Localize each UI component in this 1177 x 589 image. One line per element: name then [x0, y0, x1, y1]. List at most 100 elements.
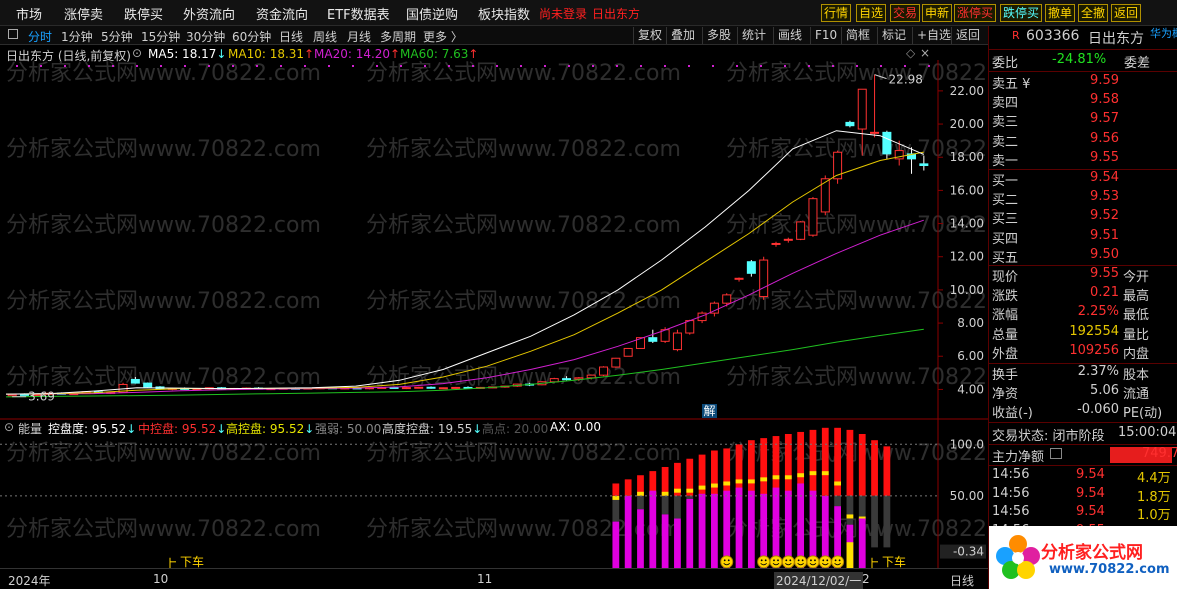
indicator-bar[interactable]: [674, 462, 681, 568]
quick-new-share-button[interactable]: 申新: [922, 4, 953, 22]
indicator-bar[interactable]: [649, 471, 657, 568]
candle[interactable]: [623, 347, 633, 357]
period-15min[interactable]: 15分钟: [141, 28, 180, 45]
toolbar-return-button[interactable]: 返回: [951, 27, 984, 44]
indicator-bar[interactable]: [661, 466, 669, 568]
candle[interactable]: [746, 260, 756, 277]
quick-trade-button[interactable]: 交易: [890, 4, 921, 22]
candle[interactable]: [771, 241, 781, 247]
menu-etf-table[interactable]: ETF数据表: [327, 4, 390, 23]
indicator-bar[interactable]: [772, 436, 780, 568]
draw-line-button[interactable]: 画线: [773, 27, 806, 44]
indicator-bar[interactable]: [834, 427, 841, 568]
candle[interactable]: [143, 382, 153, 388]
quick-limit-down-buy-button[interactable]: 跌停买: [1000, 4, 1043, 22]
stat2-row[interactable]: 收益(-) -0.060 PE(动): [992, 402, 1176, 421]
menu-limit-up-sell[interactable]: 涨停卖: [64, 4, 103, 23]
ask-row[interactable]: 卖三 9.57: [992, 111, 1176, 130]
period-intraday[interactable]: 分时: [28, 28, 52, 45]
f10-button[interactable]: F10: [810, 27, 841, 44]
stat-row[interactable]: 外盘 109256 内盘: [992, 343, 1176, 362]
indicator-bar[interactable]: [735, 444, 743, 568]
menu-capital-flow[interactable]: 资金流向: [256, 4, 308, 23]
candle[interactable]: [734, 277, 744, 282]
period-30min[interactable]: 30分钟: [186, 28, 225, 45]
period-5min[interactable]: 5分钟: [101, 28, 133, 45]
candle[interactable]: [451, 386, 461, 389]
candle[interactable]: [426, 386, 436, 389]
period-monthly[interactable]: 月线: [347, 28, 371, 45]
mark-button[interactable]: 标记: [877, 27, 910, 44]
candle[interactable]: [845, 120, 855, 128]
quick-limit-up-buy-button[interactable]: 涨停买: [954, 4, 997, 22]
ask-row[interactable]: 卖一 9.55: [992, 150, 1176, 169]
stat-row[interactable]: 涨跌 0.21 最高: [992, 285, 1176, 304]
menu-sector-index[interactable]: 板块指数: [478, 4, 530, 23]
period-weekly[interactable]: 周线: [313, 28, 337, 45]
quick-cancel-button[interactable]: 撤单: [1045, 4, 1076, 22]
indicator-bar[interactable]: [809, 429, 817, 568]
indicator-bar[interactable]: [858, 434, 866, 568]
menu-limit-down-buy[interactable]: 跌停买: [124, 4, 163, 23]
quick-watchlist-button[interactable]: 自选: [856, 4, 887, 22]
bid-row[interactable]: 买三 9.52: [992, 208, 1176, 227]
candle[interactable]: [599, 366, 609, 377]
indicator-bar[interactable]: [637, 475, 644, 568]
period-1min[interactable]: 1分钟: [61, 28, 93, 45]
menu-foreign-flow[interactable]: 外资流向: [183, 4, 235, 23]
stat-row[interactable]: 涨幅 2.25% 最低: [992, 304, 1176, 323]
stat2-row[interactable]: 换手 2.37% 股本: [992, 364, 1176, 383]
panel-toggle-icon[interactable]: [8, 29, 18, 39]
kline-chart[interactable]: 分析家公式网www.70822.com 分析家公式网www.70822.com 分析…: [0, 46, 988, 568]
indicator-bar[interactable]: [686, 458, 694, 568]
adjust-button[interactable]: 复权: [633, 27, 666, 44]
indicator-bar[interactable]: [711, 450, 718, 568]
indicator-bar[interactable]: [747, 440, 755, 568]
stat-row[interactable]: 总量 192554 量比: [992, 324, 1176, 343]
bid-row[interactable]: 买一 9.54: [992, 170, 1176, 189]
indicator-bar[interactable]: [871, 440, 878, 548]
indicator-bar[interactable]: [821, 427, 829, 568]
candle[interactable]: [820, 175, 830, 216]
multi-stock-button[interactable]: 多股: [702, 27, 735, 44]
statistics-button[interactable]: 统计: [737, 27, 770, 44]
candle[interactable]: [438, 387, 448, 390]
candle[interactable]: [783, 237, 793, 243]
indicator-bar[interactable]: [784, 434, 792, 568]
candle[interactable]: [401, 387, 411, 390]
bid-row[interactable]: 买二 9.53: [992, 189, 1176, 208]
indicator-bar[interactable]: [760, 438, 768, 568]
indicator-bar[interactable]: [797, 431, 805, 568]
candle[interactable]: [414, 386, 424, 389]
indicator-bar[interactable]: [624, 479, 632, 568]
stat2-row[interactable]: 净资 5.06 流通: [992, 383, 1176, 402]
candle[interactable]: [833, 150, 843, 184]
indicator-dropdown-icon[interactable]: ⊙: [4, 420, 14, 434]
period-60min[interactable]: 60分钟: [232, 28, 271, 45]
time-axis-period[interactable]: 日线: [950, 572, 974, 589]
menu-reverse-repo[interactable]: 国债逆购: [406, 4, 458, 23]
ask-row[interactable]: 卖二 9.56: [992, 131, 1176, 150]
ask-row[interactable]: 卖五 ¥ 9.59: [992, 73, 1176, 92]
list-icon[interactable]: [1050, 448, 1062, 459]
bid-row[interactable]: 买五 9.50: [992, 247, 1176, 266]
login-status[interactable]: 尚未登录: [539, 5, 587, 22]
indicator-bar[interactable]: [698, 454, 706, 568]
period-more[interactable]: 更多 〉: [423, 28, 463, 45]
candle[interactable]: [672, 329, 682, 352]
indicator-bar[interactable]: [883, 446, 891, 548]
indicator-bar[interactable]: [723, 448, 731, 568]
stat-row[interactable]: 现价 9.55 今开: [992, 266, 1176, 285]
quick-quote-button[interactable]: 行情: [821, 4, 852, 22]
concept-tag[interactable]: 华为概: [1150, 25, 1177, 41]
simple-frame-button[interactable]: 简框: [841, 27, 874, 44]
overlay-button[interactable]: 叠加: [666, 27, 699, 44]
indicator-name[interactable]: 能量: [18, 420, 42, 437]
period-daily[interactable]: 日线: [279, 28, 303, 45]
candle[interactable]: [796, 221, 806, 241]
ask-row[interactable]: 卖四 9.58: [992, 92, 1176, 111]
candle[interactable]: [648, 329, 658, 343]
period-multi[interactable]: 多周期: [380, 28, 416, 45]
bid-row[interactable]: 买四 9.51: [992, 228, 1176, 247]
add-watchlist-button[interactable]: +自选: [912, 27, 955, 44]
